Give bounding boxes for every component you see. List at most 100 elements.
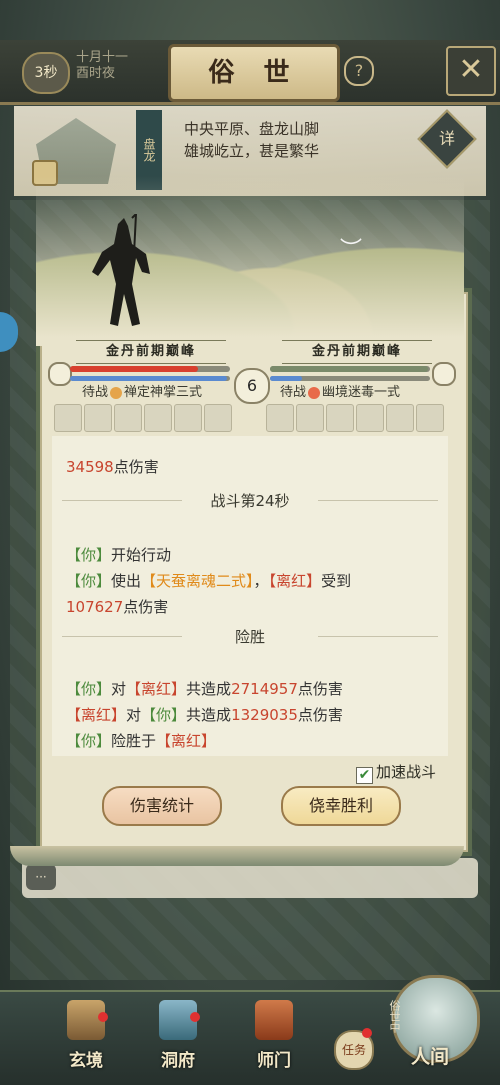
damage-suffix: 点伤害 bbox=[113, 458, 159, 476]
notification-dot bbox=[98, 1012, 108, 1022]
speed-checkbox[interactable]: ✔ bbox=[356, 767, 373, 784]
enemy-name: 【离红】 bbox=[156, 732, 217, 750]
enemy-name: 【离红】 bbox=[126, 680, 187, 698]
log-action: 开始行动 bbox=[111, 546, 172, 564]
location-desc-line2: 雄城屹立，甚是繁华 bbox=[184, 142, 320, 160]
log-line: 【你】险胜于【离红】 bbox=[66, 730, 216, 751]
left-realm: 金丹前期巅峰 bbox=[76, 340, 226, 364]
log-verb: 使出 bbox=[111, 572, 142, 590]
left-hp-bar bbox=[70, 366, 230, 372]
total-damage: 1329035 bbox=[231, 706, 298, 724]
speed-toggle[interactable]: ✔ 加速战斗 bbox=[356, 762, 436, 784]
game-date: 十月十一 酉时夜 bbox=[76, 50, 146, 82]
log-line: 【离红】对【你】共造成1329035点伤害 bbox=[66, 704, 343, 725]
page-title: 俗 世 bbox=[168, 44, 340, 102]
skill-icon bbox=[308, 386, 321, 399]
player-name: 【你】 bbox=[66, 680, 112, 698]
log-separator: 战斗第24秒 bbox=[62, 490, 438, 510]
sect-gate-icon bbox=[255, 1000, 293, 1040]
right-status-prefix: 待战 bbox=[280, 385, 307, 400]
log-line: 【你】使出【天蚕离魂二式】，【离红】受到 bbox=[66, 570, 351, 591]
player-name: 【你】 bbox=[66, 732, 112, 750]
right-status: 待战 幽境迷毒一式 bbox=[280, 384, 400, 402]
right-realm: 金丹前期巅峰 bbox=[282, 340, 432, 364]
skill-icon bbox=[110, 386, 123, 399]
log-verb: 对 bbox=[111, 680, 127, 698]
scroll-bottom-curl bbox=[10, 846, 464, 866]
nav-label: 人间 bbox=[410, 1046, 449, 1068]
speed-label[interactable]: 加速战斗 bbox=[376, 763, 436, 781]
skill-slot bbox=[54, 404, 82, 432]
skill-slot bbox=[204, 404, 232, 432]
damage-value: 107627 bbox=[66, 598, 124, 616]
comma: ， bbox=[253, 572, 269, 590]
enemy-name: 【离红】 bbox=[268, 572, 322, 590]
notification-dot bbox=[362, 1028, 372, 1038]
left-skill: 禅定神掌三式 bbox=[124, 385, 203, 400]
bird-icon: ︶ bbox=[340, 238, 363, 263]
battle-log[interactable]: 34598点伤害 战斗第24秒 【你】开始行动 【你】使出【天蚕离魂二式】，【离… bbox=[52, 436, 448, 756]
detail-button-label[interactable]: 详 bbox=[426, 118, 468, 160]
damage-stats-button[interactable]: 伤害统计 bbox=[102, 786, 222, 826]
skill-slot bbox=[114, 404, 142, 432]
skill-slot bbox=[174, 404, 202, 432]
right-mp-bar bbox=[270, 376, 430, 381]
skill-slot bbox=[326, 404, 354, 432]
fighter-silhouette-icon bbox=[92, 214, 150, 326]
log-verb: 受到 bbox=[321, 572, 352, 590]
log-verb: 对 bbox=[126, 706, 142, 724]
round-counter: 6 bbox=[234, 368, 270, 404]
log-verb: 共造成 bbox=[186, 706, 232, 724]
total-damage: 2714957 bbox=[231, 680, 298, 698]
date-day: 十月十一 bbox=[76, 50, 129, 65]
nav-label: 洞府 bbox=[161, 1051, 195, 1071]
skill-slot bbox=[144, 404, 172, 432]
close-button[interactable]: ✕ bbox=[446, 46, 496, 96]
right-hp-fill bbox=[270, 366, 429, 372]
damage-value: 34598 bbox=[66, 458, 114, 476]
log-line: 【你】对【离红】共造成2714957点伤害 bbox=[66, 678, 343, 699]
nav-item-renjian[interactable]: 人间 bbox=[400, 1018, 460, 1078]
date-time: 酉时夜 bbox=[76, 66, 116, 81]
skill-slot bbox=[386, 404, 414, 432]
location-desc-line1: 中央平原、盘龙山脚 bbox=[184, 120, 320, 138]
right-hp-bar bbox=[270, 366, 430, 372]
damage-suffix: 点伤害 bbox=[297, 680, 343, 698]
left-status-prefix: 待战 bbox=[82, 385, 109, 400]
skill-slot bbox=[416, 404, 444, 432]
damage-suffix: 点伤害 bbox=[297, 706, 343, 724]
player-name: 【你】 bbox=[66, 572, 112, 590]
log-verb: 共造成 bbox=[186, 680, 232, 698]
skill-slot bbox=[296, 404, 324, 432]
victory-button[interactable]: 侥幸胜利 bbox=[281, 786, 401, 826]
log-verb: 险胜于 bbox=[111, 732, 157, 750]
nav-item-xuanjing[interactable]: 玄境 bbox=[56, 1000, 116, 1076]
nav-label: 师门 bbox=[257, 1051, 291, 1071]
log-line: 【你】开始行动 bbox=[66, 544, 171, 565]
left-hp-fill bbox=[70, 366, 198, 372]
skill-name: 【天蚕离魂二式】 bbox=[141, 572, 254, 590]
player-name: 【你】 bbox=[141, 706, 187, 724]
skill-slot bbox=[356, 404, 384, 432]
player-name: 【你】 bbox=[66, 546, 112, 564]
log-line: 34598点伤害 bbox=[66, 456, 159, 477]
left-status: 待战 禅定神掌三式 bbox=[82, 384, 202, 402]
enemy-name: 【离红】 bbox=[66, 706, 127, 724]
timer-badge: 3秒 bbox=[22, 52, 70, 94]
left-mp-fill bbox=[70, 376, 227, 381]
nav-item-dongfu[interactable]: 洞府 bbox=[148, 1000, 208, 1076]
left-avatar bbox=[48, 362, 72, 386]
right-mp-fill bbox=[270, 376, 302, 381]
skill-slot bbox=[84, 404, 112, 432]
nav-label: 玄境 bbox=[69, 1051, 103, 1071]
chat-icon[interactable]: ··· bbox=[26, 864, 56, 890]
right-avatar bbox=[432, 362, 456, 386]
nav-item-shimen[interactable]: 师门 bbox=[244, 1000, 304, 1076]
notification-dot bbox=[190, 1012, 200, 1022]
damage-suffix: 点伤害 bbox=[123, 598, 169, 616]
location-description: 中央平原、盘龙山脚 雄城屹立，甚是繁华 bbox=[184, 118, 414, 162]
help-button[interactable]: ? bbox=[344, 56, 374, 86]
right-skill: 幽境迷毒一式 bbox=[322, 385, 401, 400]
skill-slot bbox=[266, 404, 294, 432]
log-separator: 险胜 bbox=[62, 626, 438, 646]
